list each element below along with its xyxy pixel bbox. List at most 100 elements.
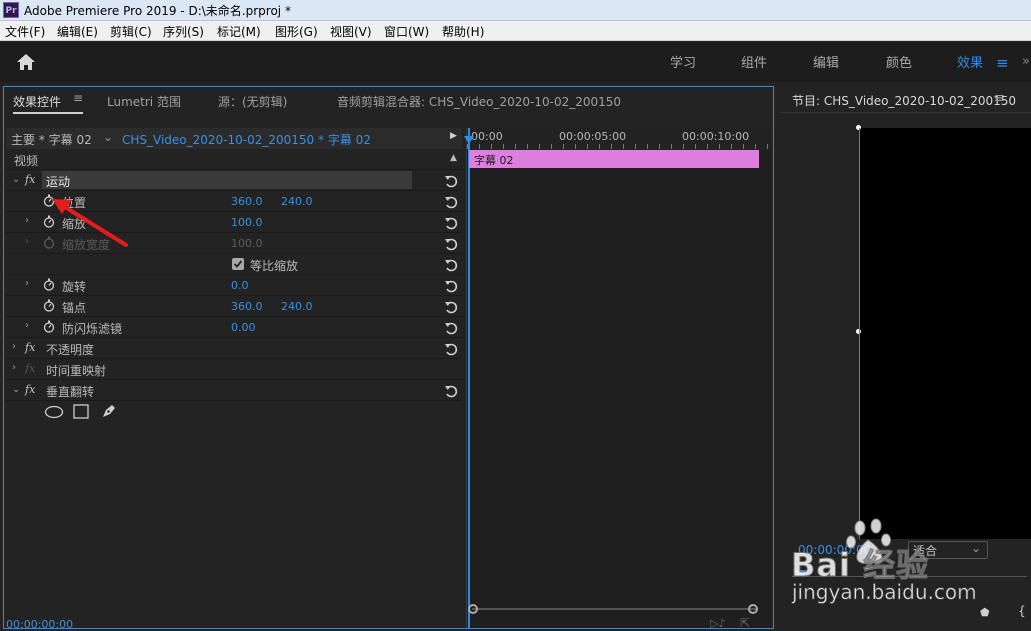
reset-icon[interactable] [444, 279, 458, 293]
reset-icon[interactable] [444, 195, 458, 209]
fx-icon[interactable]: fx [25, 341, 35, 354]
workspace-tab-effects[interactable]: 效果 [957, 52, 983, 71]
chevron-right-icon[interactable]: › [12, 362, 16, 373]
fx-icon[interactable]: fx [25, 173, 35, 186]
position-y-value[interactable]: 240.0 [281, 195, 313, 208]
reset-icon[interactable] [444, 342, 458, 356]
mask-tools-row [6, 401, 462, 423]
baidu-watermark: Bai 经验 jingyan.baidu.com [786, 518, 1031, 629]
menu-graphics[interactable]: 图形(G) [275, 23, 318, 40]
position-x-value[interactable]: 360.0 [231, 195, 263, 208]
chevron-expanded-icon[interactable]: ⌄ [12, 174, 20, 185]
rotation-label: 旋转 [62, 280, 87, 294]
effect-row-vertical-flip[interactable]: ⌄ fx 垂直翻转 [6, 380, 462, 401]
reset-icon[interactable] [444, 300, 458, 314]
uniform-scale-checkbox[interactable] [232, 258, 244, 270]
menu-help[interactable]: 帮助(H) [442, 23, 484, 40]
tab-effect-controls[interactable]: 效果控件 [13, 93, 61, 110]
scale-width-value: 100.0 [231, 237, 263, 250]
property-row-anchor[interactable]: 锚点 360.0 240.0 [6, 296, 462, 317]
workspace-tab-color[interactable]: 颜色 [886, 52, 912, 71]
property-row-rotation[interactable]: › 旋转 0.0 [6, 275, 462, 296]
tab-lumetri-scopes[interactable]: Lumetri 范围 [107, 93, 181, 110]
sequence-clip-label[interactable]: CHS_Video_2020-10-02_200150 * 字幕 02 [122, 131, 371, 148]
current-timecode[interactable]: 00:00:00:00 [6, 618, 73, 631]
ruler-ticks [467, 144, 771, 149]
timeline-clip[interactable]: 字幕 02 [469, 150, 759, 168]
anti-flicker-value[interactable]: 0.00 [231, 321, 256, 334]
scrollbar-right-handle-icon[interactable] [748, 604, 758, 614]
tab-menu-icon[interactable]: ≡ [73, 91, 83, 105]
rotation-value[interactable]: 0.0 [231, 279, 249, 292]
menu-file[interactable]: 文件(F) [5, 23, 45, 40]
time-ruler[interactable]: 00:00 00:00:05:00 00:00:10:00 [467, 128, 771, 150]
reset-icon[interactable] [444, 321, 458, 335]
ellipse-mask-icon[interactable] [44, 405, 64, 419]
tab-source[interactable]: 源：(无剪辑) [218, 93, 287, 110]
reset-icon[interactable] [444, 384, 458, 398]
menu-view[interactable]: 视图(V) [330, 23, 372, 40]
tab-audio-clip-mixer[interactable]: 音频剪辑混合器: CHS_Video_2020-10-02_200150 [337, 93, 621, 110]
panel-menu-icon[interactable]: ≡ [994, 91, 1005, 106]
chevron-right-icon[interactable]: › [25, 215, 29, 226]
scrollbar-track [472, 608, 756, 610]
bounding-box-edge [859, 128, 860, 539]
play-triangle-icon[interactable]: ▶ [450, 131, 457, 141]
video-frame[interactable] [856, 125, 1031, 539]
playhead-handle-icon[interactable] [464, 136, 474, 144]
menu-marker[interactable]: 标记(M) [217, 23, 261, 40]
watermark-url: jingyan.baidu.com [792, 580, 977, 605]
menu-sequence[interactable]: 序列(S) [163, 23, 204, 40]
play-audio-icon[interactable]: ▷♪ [710, 617, 725, 630]
menu-edit[interactable]: 编辑(E) [57, 23, 98, 40]
chevron-right-icon: › [25, 236, 29, 247]
fx-icon: fx [25, 362, 36, 375]
chevron-right-icon[interactable]: › [25, 278, 29, 289]
reset-icon[interactable] [444, 174, 458, 188]
divider [780, 112, 1031, 113]
effect-row-opacity[interactable]: › fx 不透明度 [6, 338, 462, 359]
collapse-up-icon[interactable]: ▲ [450, 153, 457, 163]
mini-timeline: 00:00 00:00:05:00 00:00:10:00 字幕 02 [464, 128, 771, 628]
workspace-tab-assembly[interactable]: 组件 [741, 52, 767, 71]
effect-vertical-flip-label: 垂直翻转 [46, 385, 95, 399]
scale-value[interactable]: 100.0 [231, 216, 263, 229]
tick-label-10s: 00:00:10:00 [682, 130, 750, 143]
workspace-tab-editing[interactable]: 编辑 [813, 52, 839, 71]
stopwatch-icon[interactable] [43, 299, 55, 312]
anchor-x-value[interactable]: 360.0 [231, 300, 263, 313]
home-icon[interactable] [16, 53, 36, 71]
stopwatch-icon[interactable] [43, 278, 55, 291]
more-workspaces-icon[interactable]: » [1022, 54, 1030, 69]
workspace-tab-learn[interactable]: 学习 [670, 52, 696, 71]
effect-row-time-remap[interactable]: › fx 时间重映射 [6, 359, 462, 380]
reset-icon[interactable] [444, 216, 458, 230]
fx-icon[interactable]: fx [25, 383, 35, 396]
export-icon[interactable]: ⇱ [740, 616, 750, 630]
premiere-app-icon: Pr [3, 2, 19, 18]
scrollbar-left-handle-icon[interactable] [468, 604, 478, 614]
active-tab-indicator [13, 112, 83, 114]
stopwatch-icon[interactable] [43, 320, 55, 333]
chevron-right-icon[interactable]: › [12, 341, 16, 352]
chevron-down-icon[interactable]: ⌄ [103, 130, 113, 144]
reset-icon[interactable] [444, 237, 458, 251]
workspace-menu-icon[interactable]: ≡ [996, 54, 1009, 72]
menu-window[interactable]: 窗口(W) [384, 23, 429, 40]
timeline-zoom-scrollbar[interactable] [466, 602, 770, 616]
anchor-y-value[interactable]: 240.0 [281, 300, 313, 313]
annotation-arrow-icon [52, 199, 128, 247]
program-monitor-title[interactable]: 节目: CHS_Video_2020-10-02_200150 [792, 92, 1016, 109]
timeline-clip-label: 字幕 02 [474, 154, 514, 167]
master-clip-label[interactable]: 主要 * 字幕 02 [11, 131, 92, 148]
chevron-expanded-icon[interactable]: ⌄ [12, 384, 20, 395]
rectangle-mask-icon[interactable] [73, 404, 89, 419]
section-video-row: 视频 ▲ [6, 149, 462, 170]
chevron-right-icon[interactable]: › [25, 320, 29, 331]
effect-row-motion[interactable]: ⌄ fx 运动 [6, 170, 462, 191]
pen-mask-icon[interactable] [101, 403, 117, 419]
playhead-line[interactable] [468, 128, 470, 628]
menu-clip[interactable]: 剪辑(C) [110, 23, 152, 40]
reset-icon[interactable] [444, 258, 458, 272]
property-row-anti-flicker[interactable]: › 防闪烁滤镜 0.00 [6, 317, 462, 338]
